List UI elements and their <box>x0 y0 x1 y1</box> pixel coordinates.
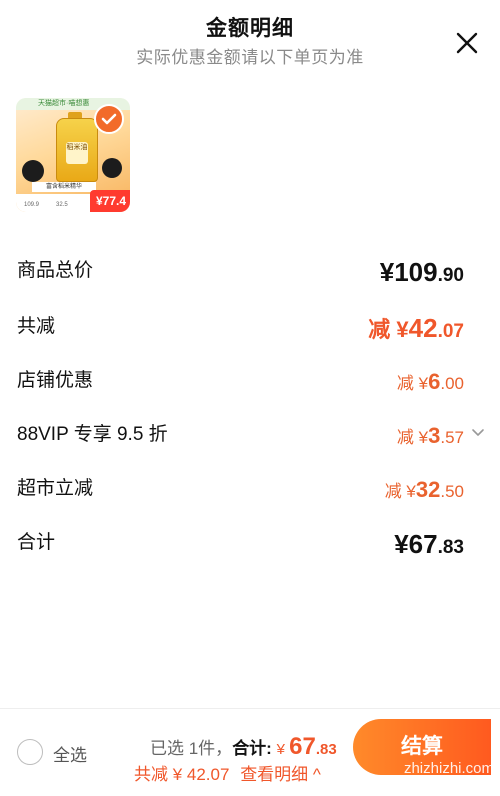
oil-bottle-label: 稻米油 <box>66 142 88 164</box>
goods-total-dec: .90 <box>437 265 464 286</box>
vip-discount-prefix: 减 ¥ <box>396 428 429 447</box>
thumb-price-tag: ¥77.4 <box>90 190 130 212</box>
row-goods-total: 商品总价 ¥109.90 <box>0 256 500 296</box>
summary-total-value: ¥ 67.83 <box>276 733 337 760</box>
chevron-down-icon <box>472 429 484 436</box>
shop-coupon-value: 减 ¥6.00 <box>397 366 464 401</box>
shop-coupon-dec: .00 <box>440 374 464 393</box>
row-sum: 合计 ¥67.83 <box>0 528 500 568</box>
shop-coupon-label: 店铺优惠 <box>17 370 94 391</box>
total-discount-int: 42 <box>408 313 438 343</box>
vip-discount-int: 3 <box>428 423 441 448</box>
shop-coupon-int: 6 <box>428 369 441 394</box>
total-discount-prefix: 减 ¥ <box>368 317 409 342</box>
goods-total-label: 商品总价 <box>17 260 94 281</box>
selected-check-badge <box>94 104 124 134</box>
summary-total-currency: ¥ <box>276 741 290 758</box>
sum-currency: ¥ <box>394 529 409 559</box>
vip-discount-label: 88VIP 专享 9.5 折 <box>17 424 168 445</box>
vip-discount-dec: .57 <box>440 428 464 447</box>
summary-discount-text: 共减 ¥ 42.07 <box>134 765 230 784</box>
total-discount-dec: .07 <box>437 321 464 342</box>
sheet-title: 金额明细 <box>206 17 294 40</box>
mascot-left-image <box>22 160 44 182</box>
product-thumbnail[interactable]: 天猫超市·喵想惠 稻米油 富含稻米精华 109.9 32.5 ¥77.4 <box>16 98 130 212</box>
summary-total-label: 合计: <box>232 739 272 758</box>
summary-total-int: 67 <box>289 733 316 760</box>
watermark-text: zhizhizhi.com <box>403 760 494 777</box>
sheet-subtitle: 实际优惠金额请以下单页为准 <box>136 48 364 67</box>
close-icon <box>456 32 478 54</box>
thumb-price-old: 109.9 <box>24 202 40 208</box>
sum-label: 合计 <box>17 532 56 553</box>
total-discount-value: 减 ¥42.07 <box>368 312 464 349</box>
row-vip-discount[interactable]: 88VIP 专享 9.5 折 减 ¥3.57 <box>0 420 500 460</box>
market-discount-prefix: 减 ¥ <box>384 482 416 501</box>
goods-total-int: 109 <box>394 257 438 287</box>
thumb-caption: 富含稻米精华 <box>32 182 96 192</box>
mascot-right-image <box>102 158 122 178</box>
sum-value: ¥67.83 <box>394 528 464 565</box>
thumb-price-tag-value: 77.4 <box>102 194 126 208</box>
goods-total-value: ¥109.90 <box>380 256 464 293</box>
vip-detail-toggle[interactable] <box>470 425 486 441</box>
row-shop-coupon: 店铺优惠 减 ¥6.00 <box>0 366 500 406</box>
row-total-discount: 共减 减 ¥42.07 <box>0 312 500 352</box>
selection-summary: 已选 1件，合计: ¥ 67.83 <box>150 733 337 761</box>
close-button[interactable] <box>452 28 482 58</box>
shop-coupon-prefix: 减 ¥ <box>396 374 429 393</box>
market-discount-value: 减 ¥32.50 <box>385 474 464 509</box>
summary-total-dec: .83 <box>315 741 337 758</box>
thumb-price-mid: 32.5 <box>56 202 68 208</box>
vip-discount-value: 减 ¥3.57 <box>397 420 464 455</box>
market-discount-int: 32 <box>415 477 441 502</box>
sum-int: 67 <box>408 529 438 559</box>
sheet-header: 金额明细 实际优惠金额请以下单页为准 <box>0 0 500 76</box>
discount-summary-link[interactable]: 共减 ¥ 42.07 查看明细 ^ <box>134 760 321 785</box>
total-discount-label: 共减 <box>17 316 56 337</box>
check-icon <box>101 113 117 125</box>
view-detail-link[interactable]: 查看明细 ^ <box>240 765 321 784</box>
select-all-label[interactable]: 全选 <box>53 741 87 766</box>
market-discount-dec: .50 <box>440 482 464 501</box>
market-discount-label: 超市立减 <box>17 478 94 499</box>
row-market-discount: 超市立减 减 ¥32.50 <box>0 474 500 514</box>
goods-total-currency: ¥ <box>379 257 395 287</box>
select-all-checkbox[interactable] <box>17 739 43 765</box>
selected-count-text: 已选 1件， <box>150 739 233 758</box>
sum-dec: .83 <box>437 537 464 558</box>
